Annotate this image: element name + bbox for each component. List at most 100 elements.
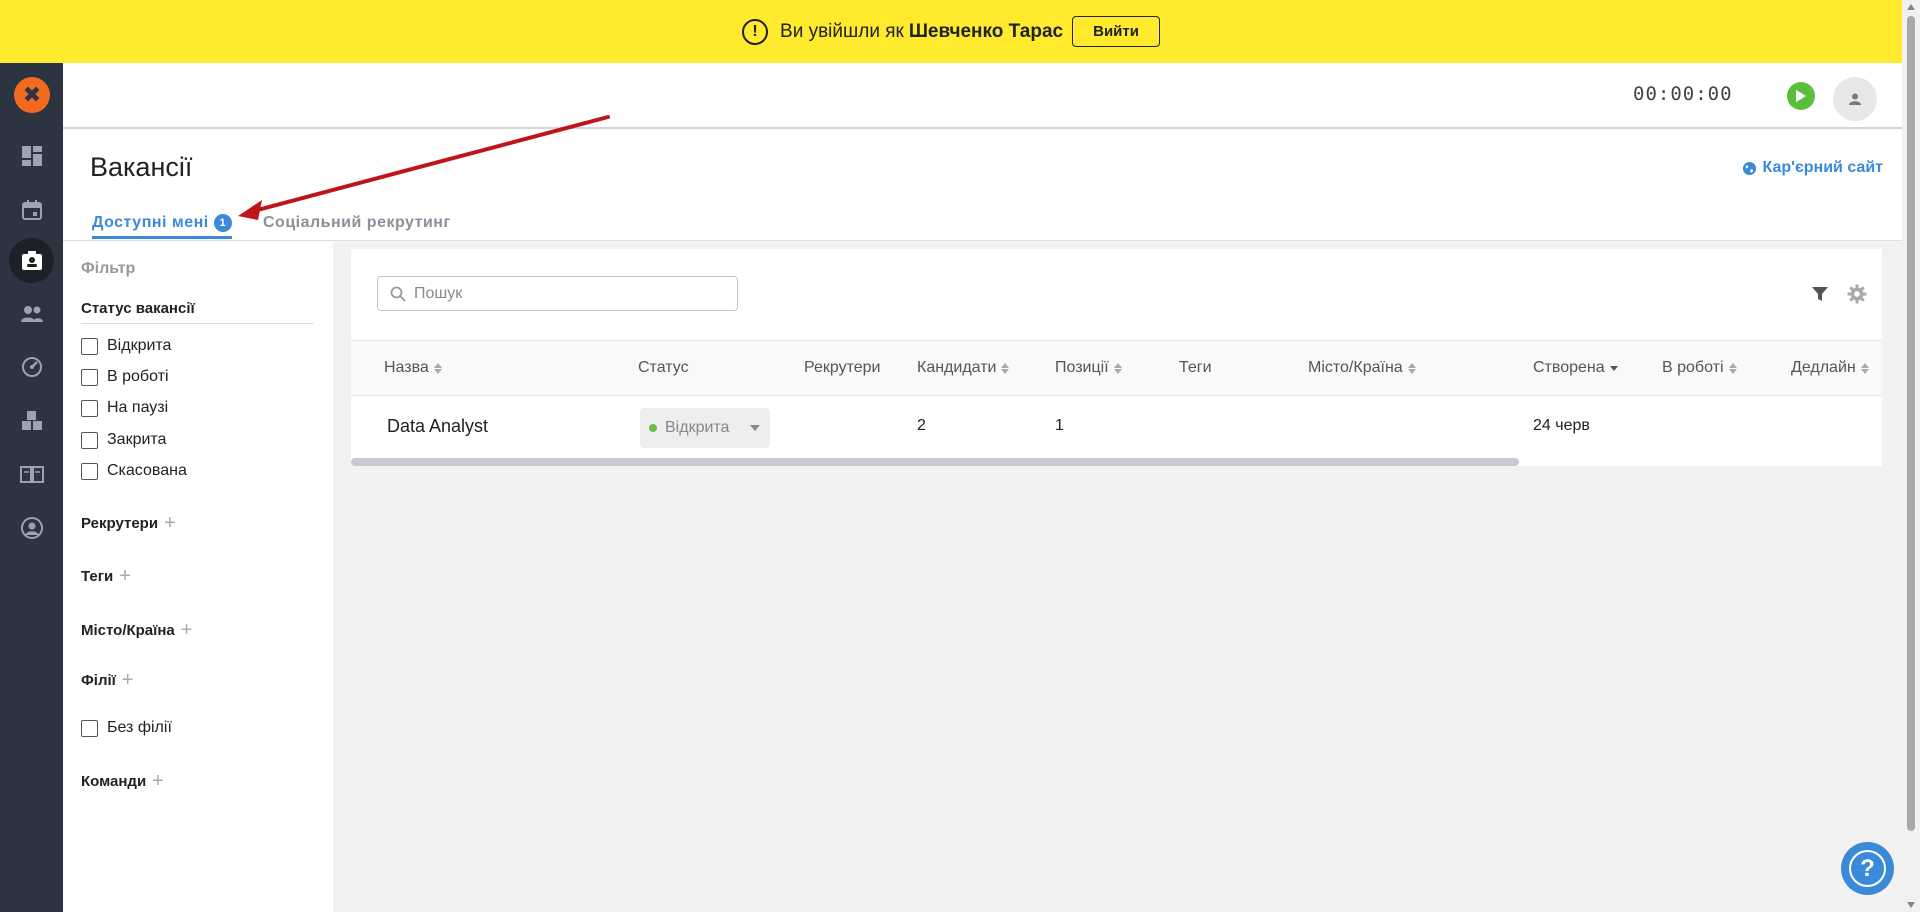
search-input[interactable] bbox=[414, 284, 714, 303]
sort-icon bbox=[1407, 362, 1416, 374]
created-date: 24 черв bbox=[1533, 417, 1590, 434]
tags-filter[interactable]: Теги + bbox=[81, 565, 131, 588]
status-filter-closed[interactable]: Закрита bbox=[81, 431, 166, 449]
knowledge-book-icon[interactable] bbox=[19, 461, 45, 487]
checkbox[interactable] bbox=[81, 368, 98, 386]
checkbox[interactable] bbox=[81, 399, 98, 417]
column-header-deadline[interactable]: Дедлайн bbox=[1791, 359, 1869, 377]
no-branch-filter[interactable]: Без філії bbox=[81, 719, 172, 737]
banner-message: Ви увійшли як bbox=[780, 20, 904, 42]
sort-icon bbox=[1728, 362, 1737, 374]
calendar-icon[interactable] bbox=[19, 197, 45, 223]
sidebar: ✖ bbox=[0, 63, 63, 912]
scrollbar-thumb[interactable] bbox=[1907, 16, 1915, 831]
table-header: Назва Статус Рекрутери Кандидати Позиції… bbox=[351, 340, 1882, 396]
tab-social-recruiting[interactable]: Соціальний рекрутинг bbox=[263, 214, 451, 232]
status-dot-icon bbox=[649, 424, 657, 432]
integrations-icon[interactable] bbox=[19, 407, 45, 433]
profile-circle-icon[interactable] bbox=[19, 515, 45, 541]
column-label: Позиції bbox=[1055, 359, 1109, 376]
search-icon bbox=[390, 286, 406, 302]
scroll-up-arrow-icon[interactable] bbox=[1907, 4, 1915, 10]
table-row[interactable]: Data Analyst Відкрита 2 1 24 черв bbox=[351, 396, 1882, 458]
vacancy-status-dropdown[interactable]: Відкрита bbox=[640, 408, 770, 448]
search-box[interactable] bbox=[377, 276, 738, 311]
status-filter-in-progress[interactable]: В роботі bbox=[81, 368, 169, 386]
plus-icon[interactable]: + bbox=[164, 512, 176, 535]
section-label: Теги bbox=[81, 568, 114, 585]
checkbox-label: В роботі bbox=[107, 368, 169, 385]
section-label: Філії bbox=[81, 672, 116, 689]
table-settings-button[interactable] bbox=[1847, 284, 1867, 309]
banner-user-name: Шевченко Тарас bbox=[908, 20, 1064, 42]
sort-icon bbox=[1860, 362, 1869, 374]
career-site-link[interactable]: Кар'єрний сайт bbox=[1742, 159, 1883, 177]
help-button[interactable]: ? bbox=[1841, 842, 1894, 895]
section-label: Команди bbox=[81, 773, 147, 790]
positions-count: 1 bbox=[1055, 417, 1064, 434]
start-timer-button[interactable] bbox=[1787, 82, 1815, 110]
column-header-candidates[interactable]: Кандидати bbox=[917, 359, 1010, 377]
candidates-count[interactable]: 2 bbox=[917, 417, 926, 435]
status-filter-open[interactable]: Відкрита bbox=[81, 337, 171, 355]
login-banner: ! Ви увійшли як Шевченко Тарас Вийти bbox=[0, 0, 1902, 63]
user-avatar[interactable] bbox=[1833, 77, 1877, 121]
status-filter-paused[interactable]: На паузі bbox=[81, 399, 168, 417]
page-scrollbar[interactable] bbox=[1902, 0, 1920, 912]
dashboard-icon[interactable] bbox=[19, 143, 45, 169]
checkbox[interactable] bbox=[81, 431, 98, 449]
column-label: Назва bbox=[384, 359, 429, 376]
status-filter-title: Статус вакансії bbox=[81, 300, 195, 317]
sort-icon bbox=[433, 362, 442, 374]
logout-button[interactable]: Вийти bbox=[1072, 16, 1160, 47]
play-icon bbox=[1796, 90, 1806, 102]
checkbox-label: Скасована bbox=[107, 462, 187, 479]
branches-filter[interactable]: Філії + bbox=[81, 669, 134, 692]
filter-title: Фільтр bbox=[81, 260, 136, 277]
section-label: Рекрутери bbox=[81, 515, 159, 532]
column-label: Теги bbox=[1179, 359, 1212, 376]
plus-icon[interactable]: + bbox=[122, 669, 134, 692]
column-label: Створена bbox=[1533, 359, 1605, 376]
checkbox[interactable] bbox=[81, 462, 98, 480]
app-logo[interactable]: ✖ bbox=[14, 77, 50, 113]
checkbox[interactable] bbox=[81, 337, 98, 355]
column-label: Місто/Країна bbox=[1308, 359, 1403, 376]
plus-icon[interactable]: + bbox=[119, 565, 131, 588]
column-header-recruiters: Рекрутери bbox=[804, 359, 880, 377]
section-label: Місто/Країна bbox=[81, 622, 175, 639]
horizontal-scrollbar[interactable] bbox=[351, 458, 1519, 466]
chevron-down-icon bbox=[750, 425, 760, 431]
tab-available-to-me[interactable]: Доступні мені 1 bbox=[92, 214, 232, 239]
city-country-filter[interactable]: Місто/Країна + bbox=[81, 619, 192, 642]
plus-icon[interactable]: + bbox=[181, 619, 193, 642]
analytics-gauge-icon[interactable] bbox=[19, 354, 45, 380]
gear-icon bbox=[1847, 284, 1867, 304]
plus-icon[interactable]: + bbox=[152, 770, 164, 793]
checkbox[interactable] bbox=[81, 719, 98, 737]
sort-desc-icon bbox=[1609, 365, 1618, 371]
candidates-icon[interactable] bbox=[19, 301, 45, 327]
teams-filter[interactable]: Команди + bbox=[81, 770, 164, 793]
column-label: Дедлайн bbox=[1791, 359, 1856, 376]
recruiters-filter[interactable]: Рекрутери + bbox=[81, 512, 176, 535]
column-label: Статус bbox=[638, 359, 689, 376]
column-header-status: Статус bbox=[638, 359, 689, 377]
scroll-down-arrow-icon[interactable] bbox=[1907, 902, 1915, 908]
column-header-name[interactable]: Назва bbox=[384, 359, 442, 377]
column-header-positions[interactable]: Позиції bbox=[1055, 359, 1122, 377]
tab-label: Доступні мені bbox=[92, 214, 209, 231]
status-filter-cancelled[interactable]: Скасована bbox=[81, 462, 187, 480]
vacancy-name-link[interactable]: Data Analyst bbox=[387, 416, 488, 437]
column-header-city[interactable]: Місто/Країна bbox=[1308, 359, 1416, 377]
column-header-tags: Теги bbox=[1179, 359, 1212, 377]
column-label: В роботі bbox=[1662, 359, 1724, 376]
checkbox-label: Закрита bbox=[107, 431, 167, 448]
vacancies-icon[interactable] bbox=[19, 248, 45, 274]
warning-icon: ! bbox=[742, 18, 769, 45]
globe-icon bbox=[1742, 161, 1756, 175]
column-header-created[interactable]: Створена bbox=[1533, 359, 1618, 377]
page-title: Вакансії bbox=[90, 152, 193, 182]
column-header-in-progress[interactable]: В роботі bbox=[1662, 359, 1737, 377]
filter-toggle-button[interactable] bbox=[1811, 285, 1829, 308]
